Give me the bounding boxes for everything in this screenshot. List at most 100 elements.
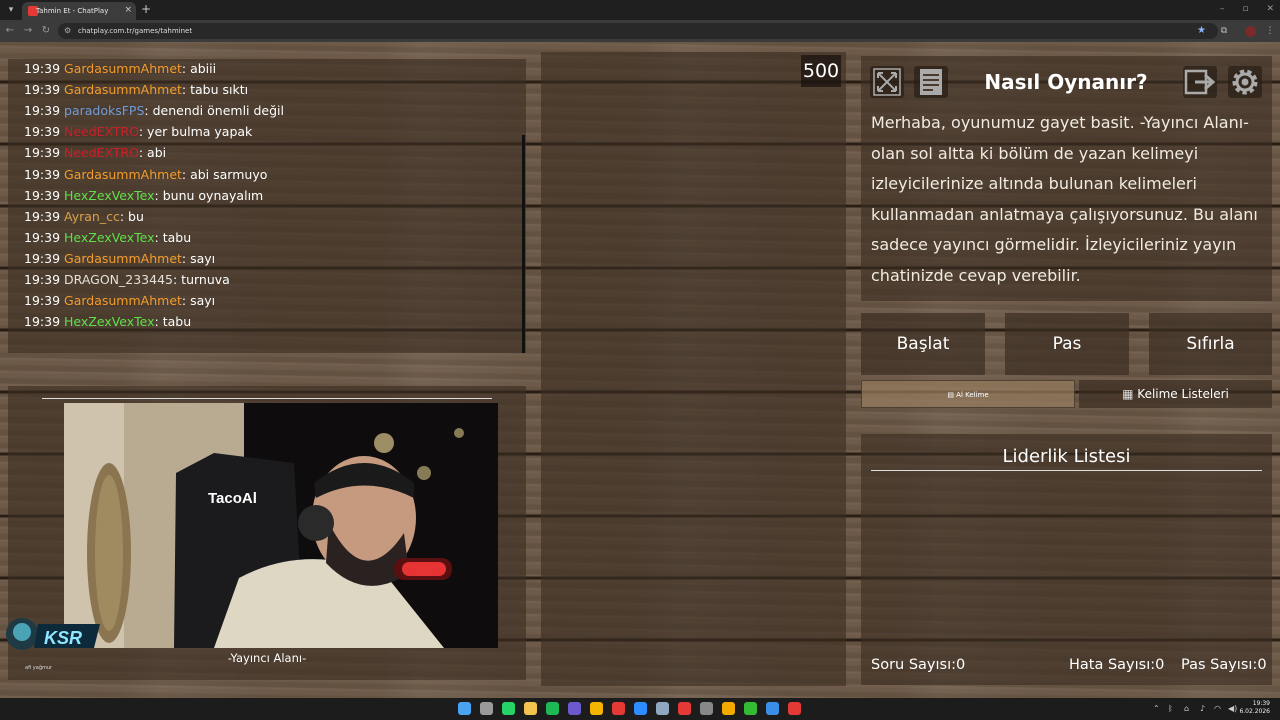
bookmark-star-icon[interactable]: ★ [1197, 24, 1206, 38]
new-tab-icon[interactable]: + [141, 2, 151, 16]
forward-arrow-icon[interactable]: → [21, 24, 35, 38]
chrome-icon[interactable] [590, 702, 603, 715]
message-text: : bunu oynayalım [154, 187, 264, 203]
message-username[interactable]: HexZexVexTex [64, 230, 155, 245]
edge-icon[interactable] [634, 702, 647, 715]
spotify-icon[interactable] [546, 702, 559, 715]
start-button[interactable]: Başlat [861, 313, 985, 375]
app-icon[interactable] [722, 702, 735, 715]
message-text: : turnuva [173, 272, 230, 287]
whatsapp-icon[interactable] [502, 702, 515, 715]
webcam-image: TacoAl [64, 403, 498, 648]
message-username[interactable]: GardasummAhmet [64, 167, 182, 182]
tab-close-icon[interactable]: × [124, 4, 132, 16]
reset-button[interactable]: Sıfırla [1149, 313, 1272, 375]
chat-scrollbar[interactable] [522, 135, 525, 353]
task-view-icon[interactable] [480, 702, 493, 715]
chair-logo-text: TacoAl [208, 490, 257, 507]
message-username[interactable]: paradoksFPS [64, 103, 144, 118]
question-count-value: 0 [956, 657, 966, 673]
message-time: 19:39 [24, 208, 61, 224]
chat-message: 19:39 GardasummAhmet: tabu sıktı [24, 82, 248, 98]
chat-message: 19:39 HexZexVexTex: tabu [24, 314, 191, 330]
watermark-logo-text: KSR [44, 628, 82, 648]
app-icon[interactable] [568, 702, 581, 715]
system-clock[interactable]: 19:39 6.02.2026 [1239, 700, 1270, 716]
chat-message: 19:39 paradoksFPS: denendi önemli değil [24, 103, 284, 119]
chrome-active-icon[interactable] [788, 702, 801, 715]
tray-arrow-icon[interactable]: ⌃ [1153, 702, 1160, 715]
message-username[interactable]: GardasummAhmet [64, 251, 182, 266]
xbox-icon[interactable] [744, 702, 757, 715]
mic-icon[interactable]: ♪ [1200, 702, 1205, 715]
word-lists-label: Kelime Listeleri [1137, 387, 1229, 401]
exit-icon[interactable] [1183, 66, 1217, 98]
message-text: : denendi önemli değil [144, 103, 284, 119]
question-count: Soru Sayısı:0 [871, 656, 965, 674]
file-explorer-icon[interactable] [524, 702, 537, 715]
volume-icon[interactable]: ◀) [1228, 702, 1237, 715]
leaderboard-title: Liderlik Listesi [1002, 446, 1131, 467]
word-icon: ▤ [947, 391, 957, 399]
browser-tab-bar: ▾ Tahmin Et - ChatPlay × + – ▫ ✕ [0, 0, 1280, 20]
word-lists-button[interactable]: ▦ Kelime Listeleri [1079, 380, 1272, 408]
message-username[interactable]: Ayran_cc [64, 209, 120, 224]
wifi-icon[interactable]: ◠ [1214, 702, 1221, 715]
how-to-play-panel: Nasıl Oynanır? Merhaba, oyunumuz gayet b… [861, 56, 1272, 301]
back-arrow-icon[interactable]: ← [3, 24, 17, 38]
message-username[interactable]: NeedEXTRO [64, 145, 139, 160]
document-icon[interactable] [914, 66, 948, 98]
windows-start-icon[interactable] [458, 702, 471, 715]
browser-menu-icon[interactable]: ⋮ [1263, 24, 1277, 38]
tab-menu-icon[interactable]: ▾ [4, 3, 18, 17]
bluetooth-icon[interactable]: ᛒ [1168, 702, 1173, 715]
message-time: 19:39 [24, 187, 61, 203]
message-time: 19:39 [24, 166, 61, 182]
message-text: : abi [138, 145, 167, 161]
points-counter: 500 [801, 55, 841, 87]
maximize-icon[interactable]: ▫ [1242, 3, 1248, 15]
error-count: Hata Sayısı:0 [1069, 656, 1164, 674]
message-text: : abiii [181, 61, 217, 76]
close-icon[interactable]: ✕ [1266, 3, 1274, 15]
browser-tab[interactable]: Tahmin Et - ChatPlay × [22, 2, 136, 20]
store-icon[interactable] [766, 702, 779, 715]
message-time: 19:39 [24, 229, 61, 245]
steam-icon[interactable] [656, 702, 669, 715]
taskbar: ⌃ ᛒ ⌂ ♪ ◠ ◀) 19:39 6.02.2026 [0, 698, 1280, 720]
extensions-icon[interactable]: ⧉ [1217, 24, 1231, 38]
list-icon: ▦ [1122, 387, 1138, 401]
reload-icon[interactable]: ↻ [39, 24, 53, 38]
address-bar[interactable]: ⚙ chatplay.com.tr/games/tahminet ★ [58, 23, 1218, 39]
profile-avatar-icon[interactable] [1245, 26, 1256, 37]
message-time: 19:39 [24, 82, 61, 98]
message-username[interactable]: GardasummAhmet [64, 293, 182, 308]
minimize-icon[interactable]: – [1220, 3, 1225, 15]
site-info-icon[interactable]: ⚙ [64, 25, 71, 37]
message-username[interactable]: DRAGON_233445 [64, 272, 173, 287]
message-text: : abi sarmuyo [181, 166, 268, 182]
how-to-play-title: Nasıl Oynanır? [984, 70, 1148, 94]
message-username[interactable]: HexZexVexTex [64, 188, 155, 203]
message-text: : tabu sıktı [181, 82, 249, 98]
get-word-button[interactable]: ▤ Al Kelime [861, 380, 1075, 408]
message-time: 19:39 [24, 61, 61, 76]
message-username[interactable]: HexZexVexTex [64, 314, 155, 329]
message-username[interactable]: GardasummAhmet [64, 61, 182, 76]
game-board: 500 [541, 52, 846, 686]
message-text: : bu [119, 208, 144, 224]
settings-gear-icon[interactable] [1228, 66, 1262, 98]
fullscreen-icon[interactable] [870, 66, 904, 98]
settings-icon[interactable] [700, 702, 713, 715]
pass-button[interactable]: Pas [1005, 313, 1129, 375]
window-controls: – ▫ ✕ [1220, 3, 1274, 15]
message-text: : tabu [154, 229, 192, 245]
opera-icon[interactable] [612, 702, 625, 715]
network-icon[interactable]: ⌂ [1184, 702, 1189, 715]
url-text[interactable]: chatplay.com.tr/games/tahminet [78, 25, 192, 37]
message-time: 19:39 [24, 103, 61, 119]
game-page: 19:39 GardasummAhmet: abiii 19:39 Gardasu… [0, 42, 1280, 698]
youtube-icon[interactable] [678, 702, 691, 715]
message-username[interactable]: GardasummAhmet [64, 82, 182, 97]
message-username[interactable]: NeedEXTRO [64, 124, 139, 139]
